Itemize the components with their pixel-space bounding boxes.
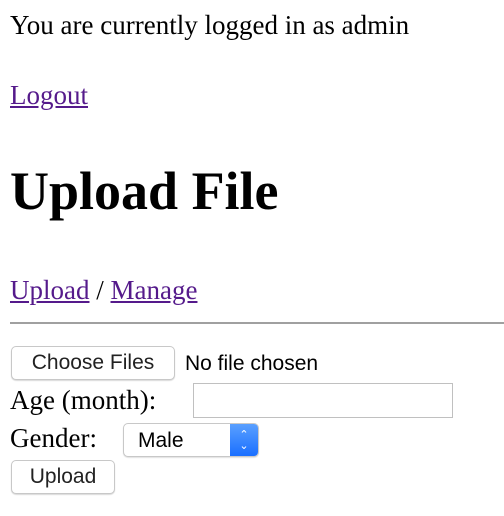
manage-link[interactable]: Manage [111, 275, 198, 305]
gender-select[interactable]: Male ⌃ ⌄ [123, 423, 259, 457]
file-status: No file chosen [185, 352, 319, 375]
logout-link[interactable]: Logout [10, 80, 88, 110]
upload-link[interactable]: Upload [10, 275, 89, 305]
nav-separator: / [96, 275, 104, 305]
age-label: Age (month): [10, 385, 157, 415]
age-input[interactable] [193, 383, 453, 418]
page-title: Upload File [10, 161, 279, 221]
gender-label: Gender: [10, 423, 97, 453]
login-status: You are currently logged in as admin [10, 10, 410, 40]
chevron-up-down-icon: ⌃ ⌄ [230, 424, 258, 456]
choose-files-button[interactable]: Choose Files [11, 346, 175, 380]
gender-selected-value: Male [138, 429, 184, 452]
upload-submit-button[interactable]: Upload [11, 460, 115, 494]
breadcrumb: Upload / Manage [10, 275, 197, 305]
divider [10, 322, 504, 324]
